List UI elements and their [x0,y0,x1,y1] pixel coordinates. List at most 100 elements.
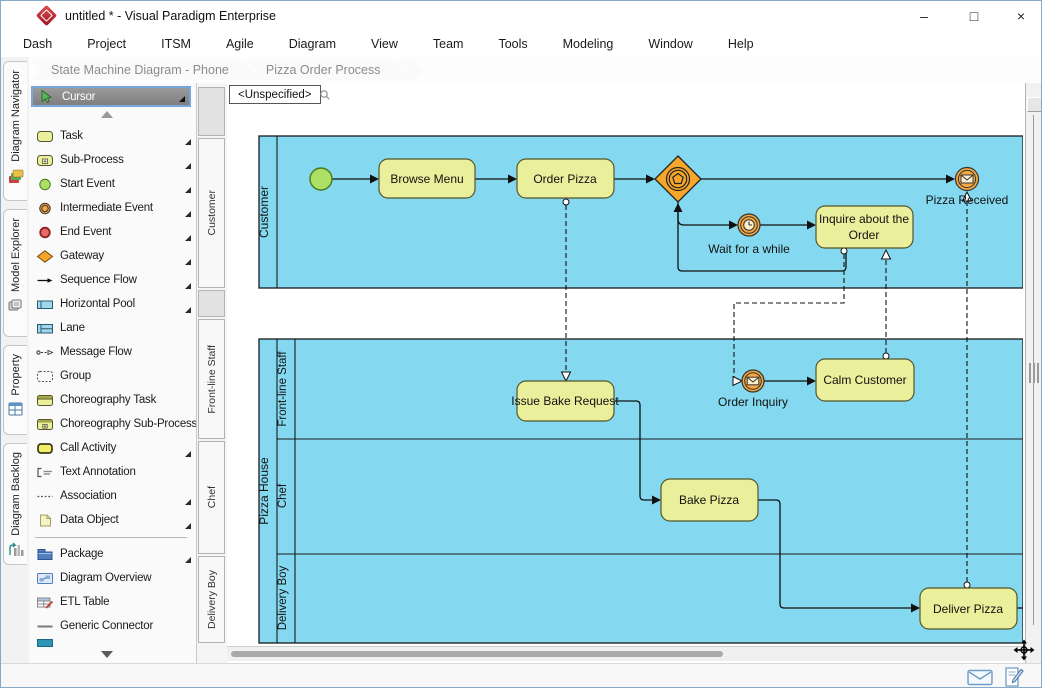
svg-text:Order Pizza: Order Pizza [533,172,597,186]
pan-mode-icon[interactable] [1013,639,1035,661]
close-button[interactable]: × [1006,4,1036,28]
strip-cell-blank-top[interactable] [198,87,225,136]
tab-diagram-navigator[interactable]: Diagram Navigator [3,61,27,201]
palette-item-choreography-task[interactable]: Choreography Task [31,388,195,412]
palette-item-package[interactable]: Package [31,542,195,566]
palette-item-text-annotation[interactable]: Text Annotation [31,460,195,484]
tab-model-explorer[interactable]: Model Explorer [3,209,27,337]
palette-item-sub-process[interactable]: Sub-Process [31,148,195,172]
panel-collapse-button[interactable] [1027,97,1042,112]
notes-editor-icon[interactable] [1003,666,1024,688]
palette-item-lane[interactable]: Lane [31,316,195,340]
svg-text:Bake Pizza: Bake Pizza [679,493,739,507]
strip-cell-delivery-boy[interactable]: Delivery Boy [198,556,225,643]
flyout-triangle [185,451,191,457]
task-issue-bake-request[interactable]: Issue Bake Request [511,381,619,421]
palette-separator [35,537,187,538]
pool-customer-label: Customer [257,186,271,238]
svg-text:Browse Menu: Browse Menu [390,172,463,186]
menu-project[interactable]: Project [83,34,130,54]
palette-item-intermediate-event[interactable]: Intermediate Event [31,196,195,220]
breadcrumb: State Machine Diagram - Phone Pizza Orde… [31,60,417,80]
clipped-item-icon [36,638,54,647]
task-deliver-pizza[interactable]: Deliver Pizza [920,588,1017,629]
start-event[interactable] [310,168,332,190]
model-explorer-icon [8,298,24,312]
palette-item-clipped[interactable] [31,638,195,647]
flyout-triangle [185,283,191,289]
palette-item-choreography-sub-process[interactable]: Choreography Sub-Process [31,412,195,436]
breadcrumb-item-diagram-phone[interactable]: State Machine Diagram - Phone [31,60,253,80]
menu-view[interactable]: View [367,34,402,54]
maximize-button[interactable]: □ [959,4,989,28]
text-annotation-icon [36,466,54,479]
sub-process-icon [36,154,54,167]
menu-team[interactable]: Team [429,34,468,54]
palette-item-data-object[interactable]: Data Object [31,508,195,532]
strip-cell-chef[interactable]: Chef [198,441,225,554]
tab-diagram-backlog[interactable]: Diagram Backlog [3,443,27,565]
end-event-icon [36,226,54,239]
strip-cell-blank-middle[interactable] [198,290,225,317]
breadcrumb-item-pizza-order-process[interactable]: Pizza Order Process [246,60,405,80]
menu-agile[interactable]: Agile [222,34,258,54]
palette-item-task[interactable]: Task [31,124,195,148]
wait-event-label: Wait for a while [708,242,790,256]
strip-cell-front-line-staff[interactable]: Front-line Staff [198,319,225,439]
menu-tools[interactable]: Tools [494,34,531,54]
palette-scroll-down-icon[interactable] [101,651,113,658]
task-browse-menu[interactable]: Browse Menu [379,159,475,198]
task-order-pizza[interactable]: Order Pizza [517,159,614,198]
svg-text:Order: Order [849,228,880,242]
application-window: untitled * - Visual Paradigm Enterprise … [0,0,1042,688]
task-inquire-about-the-order[interactable]: Inquire about the Order [816,206,913,248]
menu-dash[interactable]: Dash [19,34,56,54]
diagram-canvas[interactable]: <Unspecified> Customer Pizza House Front… [227,83,1042,663]
panel-splitter-grip[interactable] [1029,363,1039,383]
lane-delivery-boy-label: Delivery Boy [277,565,289,630]
palette-item-message-flow[interactable]: Message Flow [31,340,195,364]
message-envelope-icon[interactable] [967,669,993,686]
palette-scroll-up-icon[interactable] [101,111,113,118]
sequence-flow-icon [36,274,54,287]
lane-chef-label: Chef [277,483,289,508]
palette-item-end-event[interactable]: End Event [31,220,195,244]
palette-item-etl-table[interactable]: ETL Table [31,590,195,614]
message-flow-icon [36,346,54,359]
minimize-button[interactable]: – [909,4,939,28]
status-bar [1,663,1041,688]
menu-modeling[interactable]: Modeling [559,34,618,54]
cursor-icon [38,90,56,103]
flyout-triangle [185,163,191,169]
menu-itsm[interactable]: ITSM [157,34,195,54]
palette-item-group[interactable]: Group [31,364,195,388]
palette-item-generic-connector[interactable]: Generic Connector [31,614,195,638]
palette-item-gateway[interactable]: Gateway [31,244,195,268]
side-tab-strip: Diagram Navigator Model Explorer Propert… [1,57,29,663]
tab-property[interactable]: Property [3,345,27,435]
palette-item-horizontal-pool[interactable]: Horizontal Pool [31,292,195,316]
flyout-triangle [185,139,191,145]
task-bake-pizza[interactable]: Bake Pizza [661,479,758,521]
strip-cell-customer[interactable]: Customer [198,138,225,288]
palette-item-sequence-flow[interactable]: Sequence Flow [31,268,195,292]
palette-item-cursor[interactable]: Cursor [31,86,191,107]
horizontal-scrollbar[interactable] [227,646,1023,661]
menu-window[interactable]: Window [644,34,696,54]
palette-item-diagram-overview[interactable]: Diagram Overview [31,566,195,590]
task-icon [36,130,54,143]
menu-help[interactable]: Help [724,34,758,54]
palette-item-label: Cursor [62,91,95,103]
task-calm-customer[interactable]: Calm Customer [816,359,914,401]
palette-item-call-activity[interactable]: Call Activity [31,436,195,460]
flyout-triangle [185,235,191,241]
palette-item-start-event[interactable]: Start Event [31,172,195,196]
horizontal-pool-icon [36,298,54,311]
doc-tab-unspecified[interactable]: <Unspecified> [229,85,321,104]
magnifier-icon[interactable] [319,89,331,101]
horizontal-scrollbar-thumb[interactable] [231,651,723,657]
palette-item-association[interactable]: Association [31,484,195,508]
choreography-task-icon [36,394,54,407]
menu-diagram[interactable]: Diagram [285,34,340,54]
pool-pizza-house-label: Pizza House [257,457,271,525]
